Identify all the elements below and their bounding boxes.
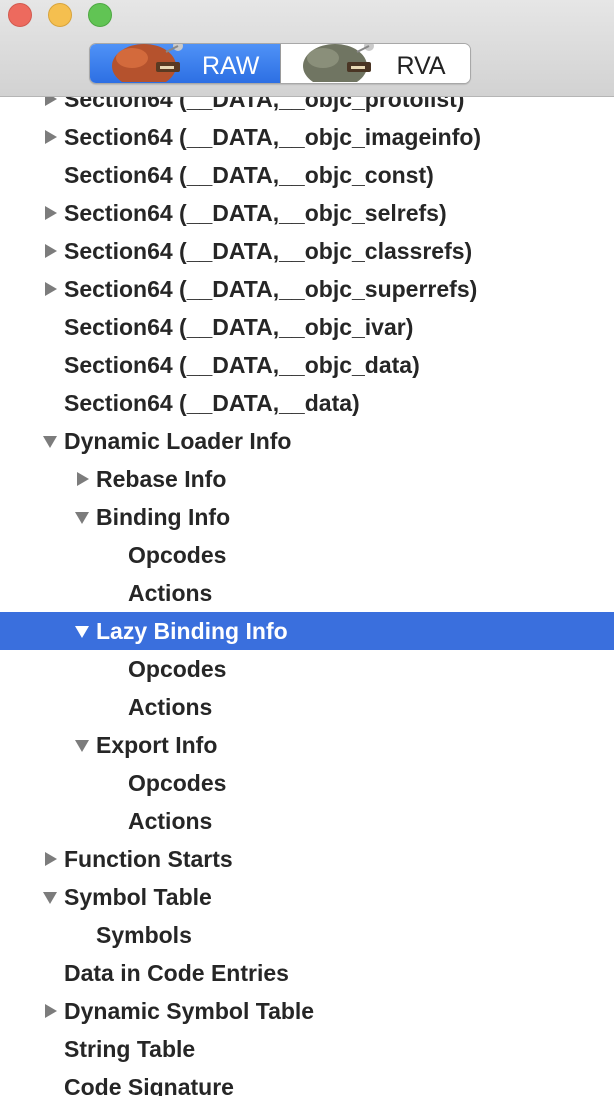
outline-row-label: Actions [128, 694, 213, 720]
outline-row[interactable]: Dynamic Loader Info [0, 422, 614, 460]
outline-row-selected[interactable]: Lazy Binding Info [0, 612, 614, 650]
outline-row-label: Data in Code Entries [64, 960, 289, 986]
raw-mode-button[interactable]: RAW [90, 44, 281, 83]
outline-row[interactable]: Symbol Table [0, 878, 614, 916]
outline-row[interactable]: Opcodes [0, 764, 614, 802]
outline-row[interactable]: Opcodes [0, 650, 614, 688]
mach-o-outline-view: Section64 (__DATA,__objc_protolist) Secti… [0, 97, 614, 1096]
outline-row[interactable]: Section64 (__DATA,__objc_const) [0, 156, 614, 194]
disclosure-triangle-down-icon[interactable] [42, 433, 58, 449]
zoom-window-button[interactable] [88, 3, 112, 27]
disclosure-triangle-down-icon[interactable] [74, 737, 90, 753]
outline-row-label: Dynamic Loader Info [64, 428, 292, 454]
outline-row[interactable]: Opcodes [0, 536, 614, 574]
address-mode-segmented-control: RAW RVA [89, 43, 471, 84]
disclosure-triangle-right-icon[interactable] [42, 1003, 58, 1019]
outline-row[interactable]: Function Starts [0, 840, 614, 878]
outline-row[interactable]: String Table [0, 1030, 614, 1068]
outline-row[interactable]: Rebase Info [0, 460, 614, 498]
outline-row[interactable]: Export Info [0, 726, 614, 764]
outline-row-label: Section64 (__DATA,__objc_imageinfo) [64, 124, 482, 150]
outline-row-label: Opcodes [128, 656, 227, 682]
outline-row-label: Section64 (__DATA,__objc_protolist) [64, 97, 465, 112]
disclosure-triangle-right-icon[interactable] [42, 281, 58, 297]
outline-row-label: Opcodes [128, 770, 227, 796]
outline-row[interactable]: Code Signature [0, 1068, 614, 1096]
outline-row-label: Section64 (__DATA,__objc_data) [64, 352, 420, 378]
rva-mode-label: RVA [396, 52, 446, 80]
outline-row[interactable]: Binding Info [0, 498, 614, 536]
disclosure-triangle-right-icon[interactable] [42, 129, 58, 145]
disclosure-triangle-right-icon[interactable] [42, 97, 58, 107]
machine-thumbnail-icon [112, 44, 183, 82]
outline-row[interactable]: Section64 (__DATA,__objc_superrefs) [0, 270, 614, 308]
outline-row-label: Section64 (__DATA,__objc_const) [64, 162, 434, 188]
outline-row-label: Symbols [96, 922, 192, 948]
machine-thumbnail-icon [302, 44, 374, 82]
disclosure-triangle-down-icon[interactable] [74, 509, 90, 525]
outline-row[interactable]: Section64 (__DATA,__objc_data) [0, 346, 614, 384]
outline-row[interactable]: Symbols [0, 916, 614, 954]
outline-row[interactable]: Section64 (__DATA,__data) [0, 384, 614, 422]
outline-row[interactable]: Section64 (__DATA,__objc_classrefs) [0, 232, 614, 270]
outline-row[interactable]: Dynamic Symbol Table [0, 992, 614, 1030]
outline-row[interactable]: Actions [0, 802, 614, 840]
outline-row-label: Section64 (__DATA,__data) [64, 390, 360, 416]
outline-row[interactable]: Section64 (__DATA,__objc_imageinfo) [0, 118, 614, 156]
outline-row-label: Binding Info [96, 504, 231, 530]
outline-row[interactable]: Section64 (__DATA,__objc_protolist) [0, 97, 614, 118]
close-window-button[interactable] [8, 3, 32, 27]
outline-row-label: Section64 (__DATA,__objc_superrefs) [64, 276, 478, 302]
outline-row-label: Opcodes [128, 542, 227, 568]
disclosure-triangle-down-icon[interactable] [42, 889, 58, 905]
outline-row-label: Section64 (__DATA,__objc_selrefs) [64, 200, 447, 226]
outline-row-label: Section64 (__DATA,__objc_ivar) [64, 314, 414, 340]
outline-row[interactable]: Actions [0, 688, 614, 726]
outline-row-label: String Table [64, 1036, 196, 1062]
outline-row-label: Symbol Table [64, 884, 212, 910]
window-titlebar: RAW RVA [0, 0, 614, 97]
outline-row[interactable]: Section64 (__DATA,__objc_selrefs) [0, 194, 614, 232]
outline-row[interactable]: Actions [0, 574, 614, 612]
rva-mode-button[interactable]: RVA [280, 44, 470, 83]
outline-row-label: Code Signature [64, 1074, 234, 1096]
disclosure-triangle-down-icon[interactable] [74, 623, 90, 639]
raw-mode-label: RAW [202, 52, 260, 80]
outline-row-label: Actions [128, 580, 213, 606]
outline-row[interactable]: Data in Code Entries [0, 954, 614, 992]
outline-row-label: Function Starts [64, 846, 233, 872]
outline-row-label: Rebase Info [96, 466, 227, 492]
disclosure-triangle-right-icon[interactable] [42, 851, 58, 867]
outline-row-label: Dynamic Symbol Table [64, 998, 315, 1024]
disclosure-triangle-right-icon[interactable] [42, 243, 58, 259]
outline-row-label: Export Info [96, 732, 218, 758]
minimize-window-button[interactable] [48, 3, 72, 27]
outline-row-label: Lazy Binding Info [96, 618, 288, 644]
outline-row-label: Actions [128, 808, 213, 834]
outline-row-label: Section64 (__DATA,__objc_classrefs) [64, 238, 473, 264]
disclosure-triangle-right-icon[interactable] [74, 471, 90, 487]
outline-row[interactable]: Section64 (__DATA,__objc_ivar) [0, 308, 614, 346]
disclosure-triangle-right-icon[interactable] [42, 205, 58, 221]
